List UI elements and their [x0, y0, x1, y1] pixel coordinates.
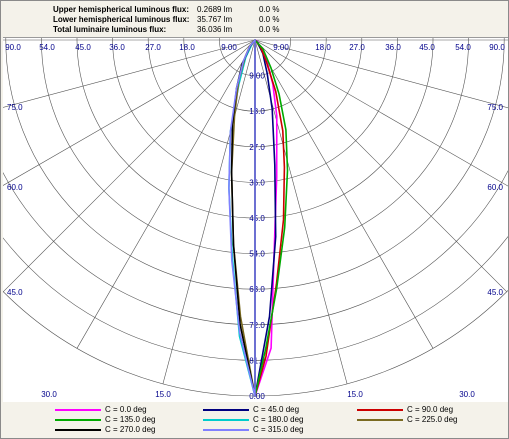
angle-label-left: 45.0 — [7, 288, 23, 297]
radial-tick-label: 27.0 — [249, 143, 265, 152]
radial-tick-label: 54.0 — [249, 250, 265, 259]
top-tick-label: 45.0 — [75, 43, 91, 52]
radial-tick-label: 18.0 — [249, 107, 265, 116]
top-tick-label: 9.00 — [273, 43, 289, 52]
top-tick-label: 45.0 — [419, 43, 435, 52]
radial-tick-label: 63.0 — [249, 285, 265, 294]
grid-spoke — [254, 39, 434, 349]
top-tick-label: 18.0 — [315, 43, 331, 52]
grid-spoke — [254, 39, 507, 292]
lower-flux-value: 35.767 lm — [197, 15, 233, 24]
legend-swatch — [357, 419, 403, 421]
grid-spoke — [254, 39, 509, 187]
legend-label: C = 0.0 deg — [105, 405, 147, 414]
top-tick-label: 27.0 — [349, 43, 365, 52]
radial-tick-label: 9.00 — [249, 72, 265, 81]
angle-label-right: 75.0 — [487, 103, 503, 112]
legend-label: C = 180.0 deg — [253, 415, 304, 424]
upper-flux-label: Upper hemispherical luminous flux: — [53, 5, 190, 14]
top-tick-label: 90.0 — [5, 43, 21, 52]
top-tick-label: 54.0 — [39, 43, 55, 52]
radial-tick-label: 45.0 — [249, 214, 265, 223]
upper-flux-percent: 0.0 % — [259, 5, 280, 14]
top-tick-label: 90.0 — [489, 43, 505, 52]
legend-label: C = 135.0 deg — [105, 415, 156, 424]
legend-label: C = 225.0 deg — [407, 415, 458, 424]
top-tick-label: 54.0 — [455, 43, 471, 52]
radial-tick-label: 36.0 — [249, 178, 265, 187]
legend-swatch — [55, 409, 101, 411]
top-tick-label: 18.0 — [179, 43, 195, 52]
total-flux-label: Total luminaire luminous flux: — [53, 25, 167, 34]
legend-swatch — [357, 409, 403, 411]
radial-tick-label: 72.0 — [249, 321, 265, 330]
radial-tick-label: 0.00 — [249, 392, 265, 401]
angle-label-right: 60.0 — [487, 183, 503, 192]
upper-flux-value: 0.2689 lm — [197, 5, 233, 14]
grid-spoke — [0, 39, 256, 109]
angle-label-left: 75.0 — [7, 103, 23, 112]
legend-swatch — [203, 409, 249, 411]
top-tick-label: 9.00 — [221, 43, 237, 52]
grid-spoke — [0, 39, 256, 188]
bottom-angle-label: 30.0 — [41, 390, 57, 399]
polar-diagram: 90.0 54.0 45.0 36.0 27.0 18.0 9.00 9.00 18.0 27.0… — [0, 0, 509, 401]
top-tick-label: 36.0 — [385, 43, 401, 52]
legend-label: C = 90.0 deg — [407, 405, 454, 414]
lower-flux-percent: 0.0 % — [259, 15, 280, 24]
legend-swatch — [55, 429, 101, 431]
angle-label-left: 60.0 — [7, 183, 23, 192]
bottom-angle-label: 15.0 — [347, 390, 363, 399]
legend-swatch — [203, 419, 249, 421]
legend: C = 0.0 deg C = 45.0 deg C = 90.0 deg C = 1… — [3, 402, 508, 438]
photometric-chart-window: Upper hemispherical luminous flux: 0.268… — [0, 0, 509, 439]
bottom-angle-label: 30.0 — [459, 390, 475, 399]
bottom-angle-label: 15.0 — [155, 390, 171, 399]
grid-spoke — [254, 39, 509, 109]
legend-swatch — [55, 419, 101, 421]
total-flux-percent: 0.0 % — [259, 25, 280, 34]
top-tick-label: 36.0 — [109, 43, 125, 52]
legend-label: C = 270.0 deg — [105, 425, 156, 434]
legend-label: C = 45.0 deg — [253, 405, 300, 414]
legend-swatch — [203, 429, 249, 431]
angle-label-right: 45.0 — [487, 288, 503, 297]
lower-flux-label: Lower hemispherical luminous flux: — [53, 15, 190, 24]
flux-summary: Upper hemispherical luminous flux: 0.268… — [1, 1, 508, 37]
legend-label: C = 315.0 deg — [253, 425, 304, 434]
grid-spoke — [3, 39, 256, 292]
top-tick-label: 27.0 — [145, 43, 161, 52]
polar-plot-area: 90.0 54.0 45.0 36.0 27.0 18.0 9.00 9.00 18.0 27.0… — [0, 0, 509, 403]
grid-spoke — [76, 39, 256, 349]
total-flux-value: 36.036 lm — [197, 25, 233, 34]
